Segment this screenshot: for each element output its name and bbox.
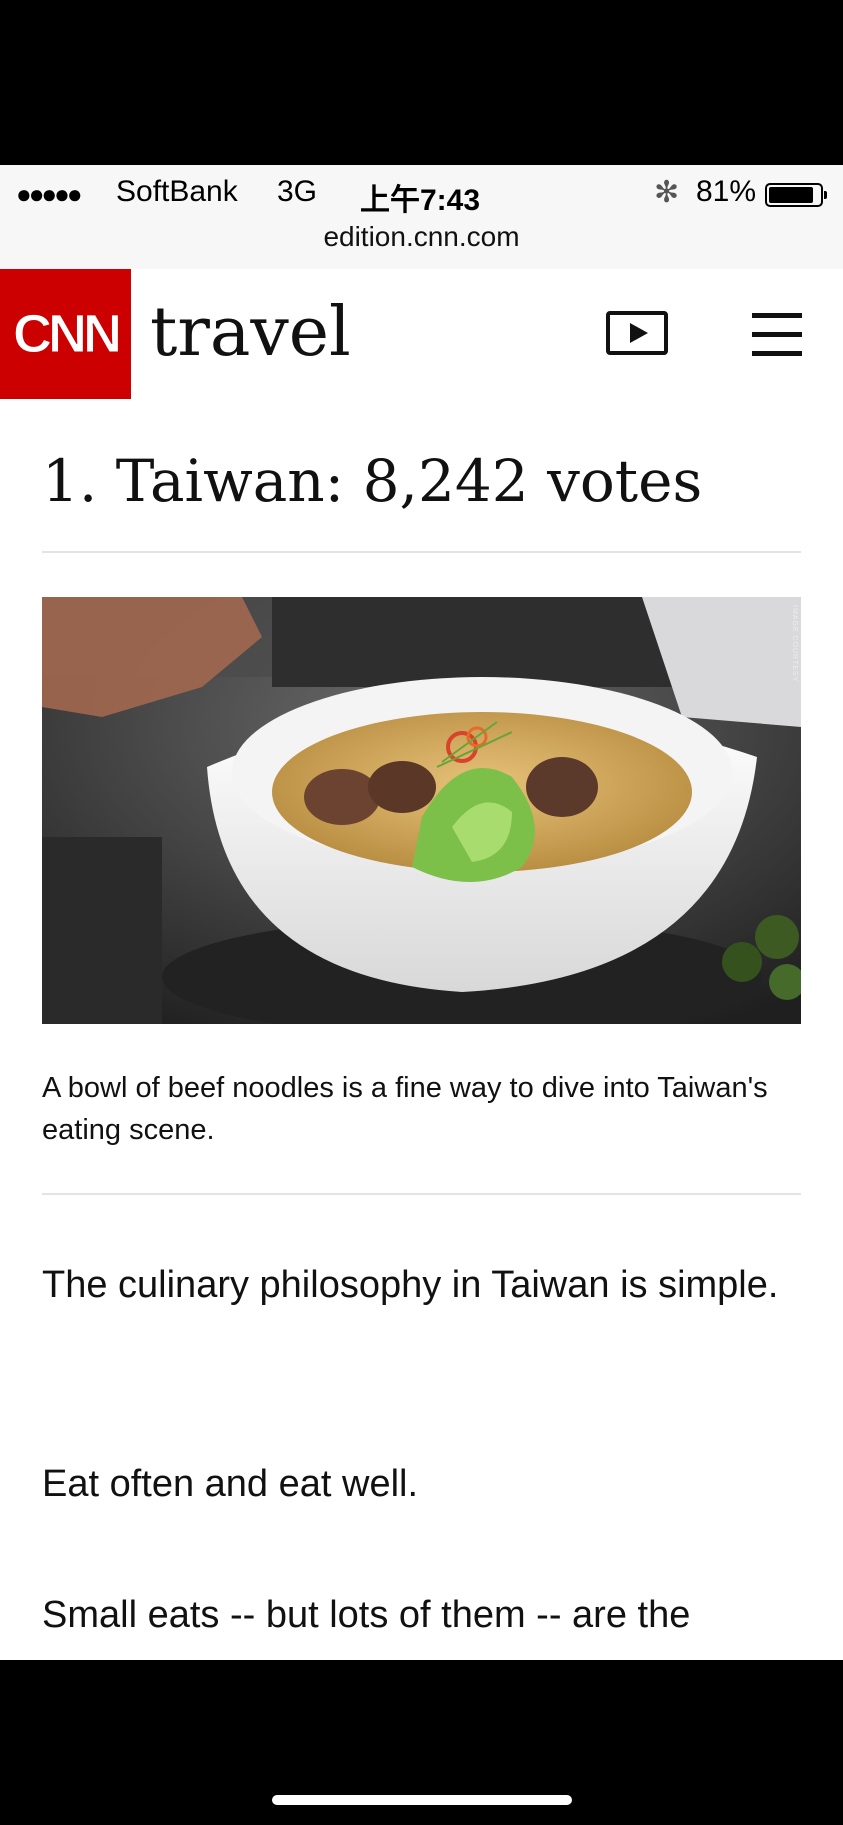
divider (42, 1193, 801, 1195)
clock: 上午7:43 (360, 184, 481, 217)
article-headline: 1. Taiwan: 8,242 votes (42, 447, 703, 515)
address-bar[interactable]: edition.cnn.com (0, 221, 843, 253)
phone-screen: ●●●●● SoftBank 3G 上午7:43 ✻ 81% edition.c… (0, 165, 843, 1660)
battery-icon (765, 183, 827, 207)
signal-strength-icon: ●●●●● (16, 179, 83, 209)
status-bar: ●●●●● SoftBank 3G 上午7:43 ✻ 81% (0, 175, 843, 217)
photo-credit: IMAGE COURTESY (791, 605, 798, 683)
home-indicator[interactable] (272, 1795, 572, 1805)
carrier-name: SoftBank (116, 175, 238, 208)
site-header: CNN travel (0, 269, 843, 399)
network-type: 3G (277, 175, 318, 208)
photo-caption: A bowl of beef noodles is a fine way to … (42, 1072, 768, 1146)
article-photo[interactable]: IMAGE COURTESY (42, 597, 801, 1024)
paragraph: Small eats -- but lots of them -- are th… (42, 1594, 691, 1636)
battery-percent: 81% (696, 175, 757, 208)
top-black-bar (0, 0, 843, 165)
video-play-icon[interactable] (606, 311, 668, 355)
beef-noodle-photo (42, 597, 801, 1024)
paragraph: The culinary philosophy in Taiwan is sim… (42, 1264, 779, 1306)
bluetooth-icon: ✻ (654, 176, 680, 209)
paragraph: Eat often and eat well. (42, 1463, 419, 1505)
divider (42, 551, 801, 553)
cnn-logo-text: CNN (13, 304, 123, 365)
browser-chrome: ●●●●● SoftBank 3G 上午7:43 ✻ 81% edition.c… (0, 165, 843, 270)
section-title[interactable]: travel (150, 293, 351, 372)
cnn-logo[interactable]: CNN (0, 269, 131, 399)
hamburger-menu-icon[interactable] (752, 313, 802, 357)
